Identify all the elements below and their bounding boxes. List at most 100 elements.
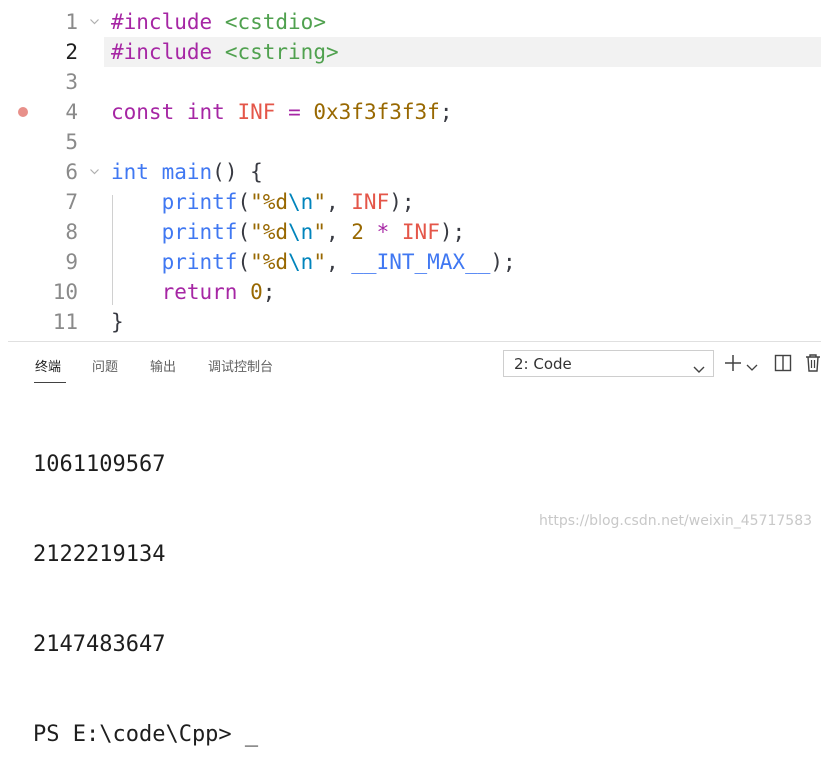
code-token: , (325, 250, 352, 274)
active-tab-indicator (34, 382, 66, 383)
code-token: INF (401, 220, 440, 244)
line-number: 11 (52, 310, 78, 334)
plus-icon[interactable] (724, 352, 744, 378)
code-token: " (313, 190, 326, 214)
code-token: () { (212, 160, 263, 184)
code-line-1[interactable]: 1 #include <cstdio> (0, 7, 821, 37)
code-text[interactable]: return 0; (111, 280, 276, 304)
code-line-9[interactable]: 9 printf("%d\n", __INT_MAX__); (0, 247, 821, 277)
code-token: <cstdio> (224, 10, 326, 34)
code-text[interactable]: printf("%d\n", INF); (111, 191, 415, 213)
terminal-line: 1061109567 (33, 452, 166, 477)
code-token: 0 (250, 280, 263, 304)
code-text[interactable]: #include <cstdio> (111, 11, 326, 33)
code-text[interactable]: printf("%d\n", 2 * INF); (111, 220, 466, 244)
code-line-8[interactable]: 8 printf("%d\n", 2 * INF); (0, 217, 821, 247)
terminal-line: 2147483647 (33, 632, 166, 657)
terminal-select-value: 2: Code (514, 355, 572, 373)
trash-icon[interactable] (805, 353, 821, 377)
code-token: ); (389, 190, 415, 214)
breakpoint-icon[interactable] (18, 107, 28, 117)
code-token: return (161, 280, 238, 304)
line-number: 7 (65, 190, 78, 214)
line-number: 3 (65, 70, 78, 94)
code-line-4[interactable]: 4 const int INF = 0x3f3f3f3f; (0, 97, 821, 127)
code-text[interactable]: } (111, 311, 124, 333)
code-token: } (111, 310, 124, 334)
code-token: = (288, 100, 301, 124)
terminal-output[interactable]: 1061109567 2122219134 2147483647 PS E:\c… (33, 390, 258, 780)
terminal-prompt[interactable]: PS E:\code\Cpp> _ (33, 720, 258, 750)
code-line-10[interactable]: 10 return 0; (0, 277, 821, 307)
code-token: ( (237, 250, 251, 274)
line-number: 6 (65, 160, 78, 184)
code-token: printf (161, 190, 238, 214)
tab-problems[interactable]: 问题 (92, 356, 118, 375)
code-token: ); (439, 220, 466, 244)
terminal-line: 2122219134 (33, 542, 166, 567)
code-text[interactable]: const int INF = 0x3f3f3f3f; (111, 101, 452, 123)
tab-terminal[interactable]: 终端 (35, 356, 61, 375)
code-token: "%d (250, 190, 289, 214)
code-token: 2 (351, 220, 364, 244)
code-token: "%d (250, 220, 289, 244)
code-token: \n (288, 250, 314, 274)
code-token: __INT_MAX__ (351, 250, 491, 274)
code-line-2[interactable]: 2 #include <cstring> (0, 37, 821, 67)
chevron-down-icon[interactable] (89, 166, 100, 177)
code-line-3[interactable]: 3 (0, 67, 821, 97)
code-token: ; (439, 100, 453, 124)
code-token: main (161, 160, 213, 184)
code-editor[interactable]: 1 #include <cstdio> 2 #include <cstring>… (0, 0, 821, 340)
code-token: ; (262, 280, 276, 304)
tab-debug-console[interactable]: 调试控制台 (208, 356, 273, 375)
code-token: * (376, 220, 390, 244)
chevron-down-icon (693, 359, 705, 378)
line-number: 9 (65, 250, 78, 274)
line-number: 4 (65, 100, 78, 124)
tab-output[interactable]: 输出 (150, 356, 176, 375)
terminal-select[interactable]: 2: Code (503, 350, 714, 377)
code-token: #include (111, 40, 213, 64)
code-text[interactable]: printf("%d\n", __INT_MAX__); (111, 251, 516, 273)
code-token: ); (490, 250, 516, 274)
code-line-6[interactable]: 6 int main() { (0, 157, 821, 187)
code-line-5[interactable]: 5 (0, 127, 821, 157)
line-number: 8 (65, 220, 78, 244)
code-token: const (111, 100, 175, 124)
line-number: 10 (52, 280, 78, 304)
code-token: INF (237, 100, 276, 124)
code-line-7[interactable]: 7 printf("%d\n", INF); (0, 187, 821, 217)
code-token: , (325, 190, 352, 214)
code-text[interactable]: int main() { (111, 161, 263, 183)
line-number: 2 (65, 40, 78, 64)
chevron-down-icon[interactable] (89, 16, 100, 27)
code-token: \n (288, 220, 314, 244)
code-line-11[interactable]: 11 } (0, 307, 821, 337)
code-token: #include (111, 10, 213, 34)
code-text[interactable]: #include <cstring> (111, 41, 339, 63)
split-icon[interactable] (774, 354, 792, 376)
code-token: INF (351, 190, 390, 214)
code-token: int (186, 100, 225, 124)
chevron-down-icon[interactable] (746, 358, 758, 377)
code-token: \n (288, 190, 314, 214)
code-token: ( (237, 220, 251, 244)
line-number: 1 (65, 10, 78, 34)
code-token: " (313, 250, 326, 274)
watermark: https://blog.csdn.net/weixin_45717583 (539, 513, 813, 529)
